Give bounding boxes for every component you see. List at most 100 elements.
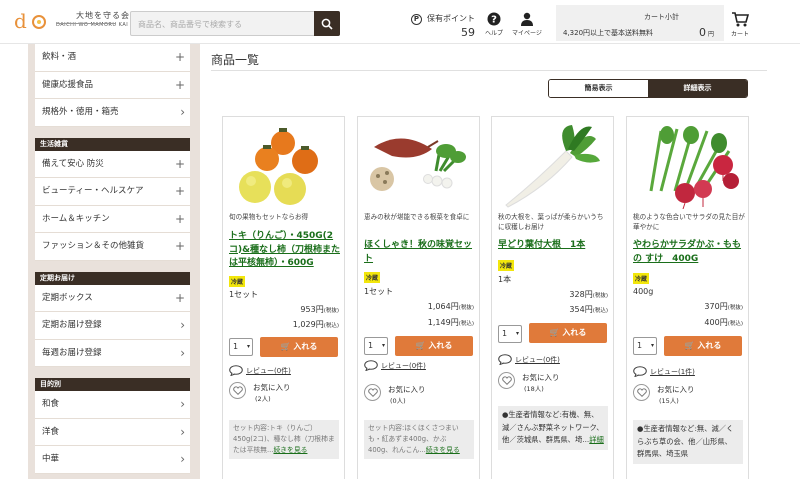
product-detail-box: ●生産者情報など:無、減／くらぶち草の会、他／山形県、群馬県、埼玉県 [633,420,743,464]
add-to-cart-button[interactable]: 🛒 入れる [664,336,742,356]
product-description: 恵みの秋が堪能できる根菜を食卓に [364,213,470,221]
expand-icon: + [174,184,185,198]
product-detail-box: セット内容:ほくほくさつまいも・紅あずま400g、かぶ400g、れんこん...続… [364,420,474,459]
heart-icon [232,386,243,395]
product-name-link[interactable]: ほくしゃき！秋の味覚セット [364,239,476,266]
product-quantity: 1セット [229,290,259,299]
cart-link[interactable]: カート [731,12,750,38]
product-description: 秋の大根を、葉っぱが柔らかいうちに収穫しお届け [498,213,604,231]
price-incl-tax: 400円(税込) [704,318,743,327]
category-sidebar: 飲料・酒 + 健康応援食品 + 規格外・徳用・箱売 › 生活雑貨 備えて安心 防災 + … [35,44,190,474]
product-description: 旬の果物もセットならお得 [229,213,309,221]
price-excl-tax: 328円(税抜) [569,290,608,299]
detail-view-button[interactable]: 詳細表示 [648,80,747,97]
free-shipping-note: 4,320円以上で基本送料無料 [563,29,654,37]
add-to-cart-button[interactable]: 🛒 入れる [260,337,338,357]
product-image-daikon[interactable] [496,121,609,209]
heart-icon [636,388,647,397]
mypage-link[interactable]: マイページ [512,12,542,37]
refrigerated-badge: 冷蔵 [498,260,515,271]
search-button[interactable] [314,11,340,36]
quantity-select[interactable]: 1 ▾ [229,338,253,356]
product-name-link[interactable]: トキ（りんご）・450G(2コ)&種なし柿（刀根柿または平核無柿）・600G [229,230,341,271]
cart-subtotal-value: 0円 [699,26,715,39]
help-link[interactable]: ? ヘルプ [485,12,503,37]
detail-link[interactable]: 詳細 [589,435,604,444]
user-icon [520,12,533,26]
search-input[interactable] [131,13,311,36]
sidebar-item-japanese[interactable]: 和食 › [35,391,190,419]
sidebar-item-regular-box[interactable]: 定期ボックス + [35,284,190,312]
sidebar-item-beauty[interactable]: ビューティー・ヘルスケア + [35,178,190,206]
chevron-right-icon: › [180,318,185,332]
simple-view-button[interactable]: 簡易表示 [549,80,648,97]
sidebar-item-irregular[interactable]: 規格外・徳用・箱売 › [35,99,190,127]
points-value: 59 [461,26,475,39]
product-image-autumn-veg[interactable] [362,121,475,209]
review-link[interactable]: レビュー(1件) [633,366,695,377]
help-label: ヘルプ [485,30,504,37]
product-detail-box: ●生産者情報など:有機、無、減／さんぶ野菜ネットワーク、他／茨城県、群馬県、埼.… [498,406,608,450]
cart-subtotal-label: カート小計 [644,13,679,21]
read-more-link[interactable]: 続きを見る [426,446,460,454]
sidebar-heading-household: 生活雑貨 [35,137,190,151]
brand-name: 大地を守る会 DAICHI WO MAMORU KAI [56,12,130,28]
product-name-link[interactable]: やわらかサラダかぶ・ももの すけ 400G [633,239,745,266]
chevron-down-icon: ▾ [515,330,519,337]
chevron-right-icon: › [180,105,185,119]
sidebar-item-chinese[interactable]: 中華 › [35,446,190,474]
sidebar-item-health-food[interactable]: 健康応援食品 + [35,71,190,99]
product-description: 桃のような色合いでサラダの見た目が華やかに [633,213,745,231]
add-to-cart-button[interactable]: 🛒 入れる [529,323,607,343]
sidebar-item-weekly-register[interactable]: 毎週お届け登録 › [35,339,190,367]
chevron-down-icon: ▾ [246,343,250,350]
add-to-cart-button[interactable]: 🛒 入れる [395,336,473,356]
svg-text:d: d [14,9,27,33]
sidebar-item-home-kitchen[interactable]: ホーム＆キッチン + [35,205,190,233]
favorite-count: (0人) [390,397,406,405]
read-more-link[interactable]: 続きを見る [273,446,307,454]
help-icon: ? [487,12,501,26]
product-quantity: 400g [633,287,654,296]
expand-icon: + [174,77,185,92]
product-quantity: 1本 [498,275,512,284]
sidebar-item-fashion[interactable]: ファッション＆その他雑貨 + [35,233,190,261]
review-link[interactable]: レビュー(0件) [498,354,560,365]
quantity-select[interactable]: 1 ▾ [364,337,388,355]
chevron-right-icon: › [180,424,185,439]
product-detail-box: セット内容:トキ（りんご）450g(2コ)、種なし柿（刀根柿または平核無...続… [229,420,339,459]
expand-icon: + [174,290,185,305]
product-image-apple-persimmon[interactable] [227,121,340,209]
sidebar-heading-purpose: 目的別 [35,378,190,391]
refrigerated-badge: 冷蔵 [364,272,381,283]
site-logo[interactable]: d [14,9,50,33]
svg-text:?: ? [491,15,497,26]
quantity-select[interactable]: 1 ▾ [633,337,657,355]
sidebar-item-drinks[interactable]: 飲料・酒 + [35,44,190,72]
points-icon: P [411,14,422,25]
quantity-select[interactable]: 1 ▾ [498,325,522,343]
expand-icon: + [174,50,185,64]
cart-icon [732,12,750,27]
speech-bubble-icon [364,360,378,371]
favorite-count: (2人) [255,395,271,403]
sidebar-item-regular-register[interactable]: 定期お届け登録 › [35,312,190,340]
review-link[interactable]: レビュー(0件) [364,360,426,371]
favorite-count: (18人) [524,385,544,393]
speech-bubble-icon [229,365,243,376]
view-toggle: 簡易表示 詳細表示 [548,79,748,98]
speech-bubble-icon [498,354,512,365]
refrigerated-badge: 冷蔵 [633,273,650,284]
sidebar-item-western[interactable]: 洋食 › [35,418,190,446]
heart-icon [501,376,512,385]
product-card: 旬の果物もセットならお得 トキ（りんご）・450G(2コ)&種なし柿（刀根柿また… [222,116,345,479]
speech-bubble-icon [633,366,647,377]
price-incl-tax: 1,029円(税込) [292,320,339,329]
price-excl-tax: 1,064円(税抜) [427,302,474,311]
heart-icon [367,388,378,397]
product-image-salad-turnip[interactable] [631,121,744,209]
sidebar-item-disaster-prep[interactable]: 備えて安心 防災 + [35,150,190,178]
site-header: d 大地を守る会 DAICHI WO MAMORU KAI P 保有ポイント 5… [0,0,800,44]
review-link[interactable]: レビュー(0件) [229,365,291,376]
product-name-link[interactable]: 早どり葉付大根 1本 [498,239,610,253]
